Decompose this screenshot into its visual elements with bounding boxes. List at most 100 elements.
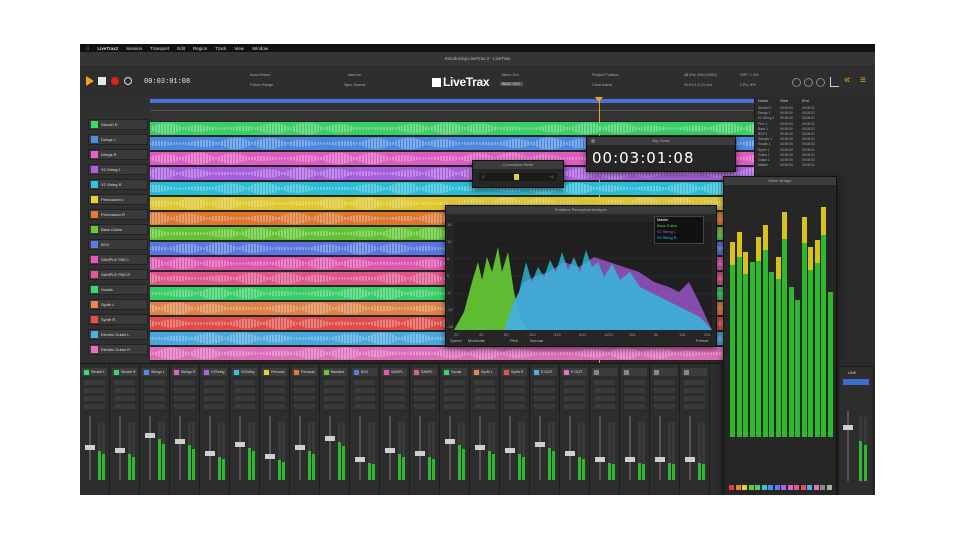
mixer-insert-slot[interactable] <box>654 396 675 401</box>
mixer-insert-slot[interactable] <box>84 404 105 409</box>
mixer-insert-slot[interactable] <box>504 396 525 401</box>
menu-item[interactable]: Session <box>126 46 142 51</box>
regions-cell[interactable]: 00:03:01 <box>802 111 815 115</box>
mixer-insert-slot[interactable] <box>534 380 555 385</box>
menu-item[interactable]: Edit <box>177 46 185 51</box>
mixer-insert-slot[interactable] <box>414 396 435 401</box>
regions-cell[interactable]: V2 String 1 <box>758 116 774 120</box>
mixer-insert-slot[interactable] <box>204 380 225 385</box>
track-mute-solo-buttons[interactable] <box>136 196 148 207</box>
fader-track[interactable] <box>419 416 421 480</box>
mixer-strip-label[interactable]: Strudel R <box>112 368 137 376</box>
mixer-insert-slot[interactable] <box>264 380 285 385</box>
mixer-strip-label[interactable]: Vocals <box>442 368 467 376</box>
regions-cell[interactable]: 00:00:00 <box>780 153 793 157</box>
fader-cap[interactable] <box>385 447 395 453</box>
mixer-insert-slot[interactable] <box>444 404 465 409</box>
meter-view-icon[interactable] <box>830 77 839 87</box>
fader-cap[interactable] <box>205 450 215 456</box>
apple-icon[interactable]:  <box>86 46 89 51</box>
mixer-insert-slot[interactable] <box>294 388 315 393</box>
fader-cap[interactable] <box>475 445 485 450</box>
fader-cap[interactable] <box>265 453 275 459</box>
rewind-icon[interactable]: « <box>844 75 850 86</box>
fader-cap[interactable] <box>565 450 575 456</box>
meter-bridge-channel-chip[interactable] <box>742 485 747 490</box>
mixer-insert-slot[interactable] <box>204 388 225 393</box>
mixer-insert-slot[interactable] <box>354 388 375 393</box>
mixer-insert-slot[interactable] <box>444 396 465 401</box>
mixer-insert-slot[interactable] <box>564 404 585 409</box>
mixer-insert-slot[interactable] <box>324 404 345 409</box>
regions-cell[interactable]: Strudel 1 <box>758 106 771 110</box>
mixer-insert-slot[interactable] <box>264 396 285 401</box>
track-mute-solo-buttons[interactable] <box>136 151 148 162</box>
mixer-strip-label[interactable] <box>682 368 707 376</box>
mixer-strip-label[interactable] <box>622 368 647 376</box>
track-mute-solo-buttons[interactable] <box>136 241 148 252</box>
mixer-insert-slot[interactable] <box>114 396 135 401</box>
regions-cell[interactable]: 00:00:00 <box>780 122 793 126</box>
meter-bridge-channel-chip[interactable] <box>807 485 812 490</box>
regions-cell[interactable]: 00:03:01 <box>802 132 815 136</box>
mixer-strip-label[interactable]: Percussi. <box>262 368 287 376</box>
close-icon[interactable] <box>591 139 595 143</box>
mixer-insert-slot[interactable] <box>564 388 585 393</box>
regions-cell[interactable]: Perc 1 <box>758 122 768 126</box>
mixer-insert-slot[interactable] <box>474 380 495 385</box>
mixer-insert-slot[interactable] <box>624 388 645 393</box>
meter-bridge-channel-chip[interactable] <box>755 485 760 490</box>
regions-cell[interactable]: Sample 1 <box>758 137 772 141</box>
mixer-insert-slot[interactable] <box>414 388 435 393</box>
monitor-icon[interactable] <box>792 78 801 87</box>
regions-column-header[interactable]: Start <box>780 99 788 103</box>
mixer-insert-slot[interactable] <box>564 396 585 401</box>
track-lane[interactable] <box>150 347 754 360</box>
fader-cap[interactable] <box>235 442 245 448</box>
meter-bridge-channel-chip[interactable] <box>787 485 793 490</box>
track-mute-solo-buttons[interactable] <box>136 181 148 192</box>
mixer-insert-slot[interactable] <box>564 380 585 385</box>
mixer-insert-slot[interactable] <box>444 380 465 385</box>
fader-cap[interactable] <box>505 447 515 453</box>
mixer-insert-slot[interactable] <box>504 388 525 393</box>
fader-track[interactable] <box>629 416 631 480</box>
regions-cell[interactable]: Drings 1 <box>758 111 770 115</box>
analyzer-footer-option[interactable]: Moderate <box>468 338 485 343</box>
meter-bridge-channel-chip[interactable] <box>813 485 819 490</box>
mixer-insert-slot[interactable] <box>624 396 645 401</box>
track-mute-solo-buttons[interactable] <box>136 316 148 327</box>
mixer-insert-slot[interactable] <box>654 404 675 409</box>
fader-track[interactable] <box>659 416 661 480</box>
master-fader-track[interactable] <box>847 411 849 481</box>
regions-cell[interactable]: Guitar 1 <box>758 153 770 157</box>
mixer-insert-slot[interactable] <box>354 396 375 401</box>
track-lane[interactable] <box>150 122 754 135</box>
menu-item[interactable]: Region <box>193 46 207 51</box>
mixer-strip-label[interactable]: Percussi. <box>292 368 317 376</box>
play-icon[interactable] <box>86 76 94 86</box>
mixer-strip-label[interactable]: SAMPL. <box>382 368 407 376</box>
menu-item[interactable]: Transport <box>150 46 169 51</box>
fader-track[interactable] <box>149 416 151 480</box>
mixer-insert-slot[interactable] <box>114 388 135 393</box>
analyzer-window[interactable]: Realtime Perceptual Analyzer Master Bass … <box>445 205 717 347</box>
meter-bridge-channel-chip[interactable] <box>729 485 734 490</box>
track-mute-solo-buttons[interactable] <box>136 331 148 342</box>
stop-icon[interactable] <box>98 77 106 85</box>
mixer-strip-label[interactable] <box>592 368 617 376</box>
mixer-insert-slot[interactable] <box>234 396 255 401</box>
regions-cell[interactable]: Guitar 2 <box>758 158 770 162</box>
mixer-insert-slot[interactable] <box>504 380 525 385</box>
fader-cap[interactable] <box>415 450 425 456</box>
mixer-insert-slot[interactable] <box>534 404 555 409</box>
fader-cap[interactable] <box>175 439 185 445</box>
mixer-insert-slot[interactable] <box>144 396 165 401</box>
mixer-insert-slot[interactable] <box>84 396 105 401</box>
mixer-strip-label[interactable] <box>652 368 677 376</box>
mixer-insert-slot[interactable] <box>474 396 495 401</box>
mixer-insert-slot[interactable] <box>684 380 705 385</box>
mixer-insert-slot[interactable] <box>684 404 705 409</box>
clear-active-label[interactable]: Clear Active <box>592 83 612 87</box>
mixer-strip-label[interactable]: SAMPL. <box>412 368 437 376</box>
